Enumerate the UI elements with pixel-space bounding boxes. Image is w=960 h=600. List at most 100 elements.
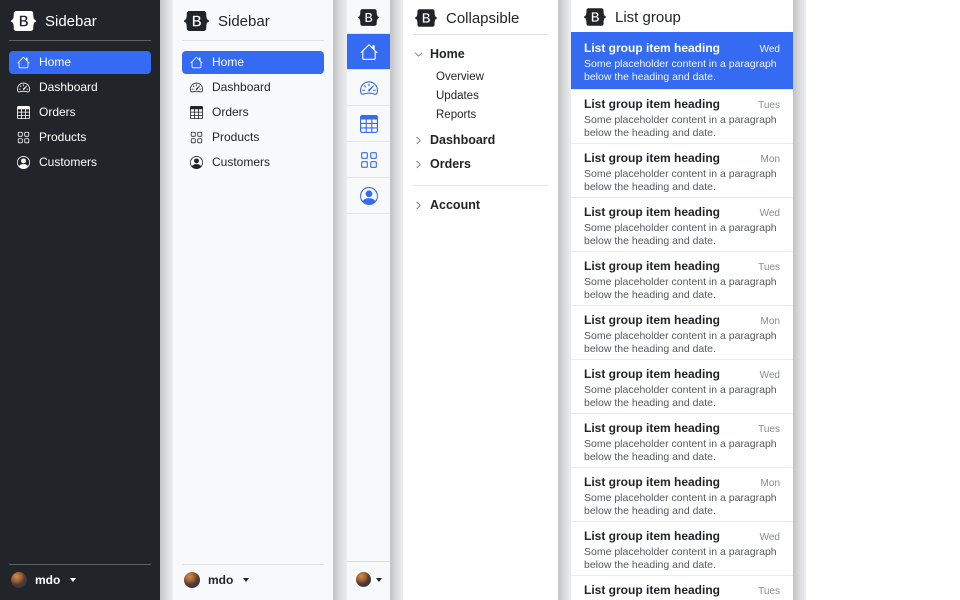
divider (9, 40, 151, 41)
list-item-head: List group item heading Wed (584, 529, 780, 543)
icon-sidebar (347, 0, 390, 600)
list-item-body: Some placeholder content in a paragraph … (584, 438, 780, 463)
speedometer-icon (17, 81, 30, 94)
icon-sidebar-brand[interactable] (347, 0, 390, 33)
sidebar-item-orders[interactable]: Orders (9, 101, 151, 124)
list-item-body: Some placeholder content in a paragraph … (584, 222, 780, 247)
light-sidebar-brand[interactable]: Sidebar (182, 10, 324, 40)
user-menu[interactable]: mdo (182, 565, 324, 588)
list-item-body-line2: below the heading and date. (584, 127, 780, 140)
bootstrap-logo-icon (358, 9, 379, 26)
sidebar-item-home[interactable]: Home (9, 51, 151, 74)
light-sidebar: Sidebar Home Dashboard Orders Products (173, 0, 333, 600)
list-item-heading: List group item heading (584, 41, 720, 55)
list-item-body-line1: Some placeholder content in a paragraph (584, 546, 780, 559)
collapse-toggle-home[interactable]: Home (413, 42, 548, 66)
sidebar-item-label: Dashboard (212, 81, 271, 94)
sidebar-item-label: Orders (39, 106, 76, 119)
list-item-body-line1: Some placeholder content in a paragraph (584, 438, 780, 451)
list-item[interactable]: List group item heading Mon Some placeho… (571, 143, 793, 197)
list-item-body-line2: below the heading and date. (584, 559, 780, 572)
speedometer-icon (360, 79, 378, 97)
light-sidebar-title: Sidebar (218, 13, 270, 30)
divider (413, 185, 548, 186)
sidebar-item-dashboard[interactable]: Dashboard (9, 76, 151, 99)
collapsible-sidebar: Collapsible Home Overview Updates Report… (403, 0, 558, 600)
sidebar-item-dashboard[interactable]: Dashboard (182, 76, 324, 99)
collapsible-brand[interactable]: Collapsible (413, 8, 548, 34)
avatar (356, 572, 371, 587)
scrollbar[interactable] (793, 0, 806, 600)
sidebar-item-label: Dashboard (39, 81, 98, 94)
list-item[interactable]: List group item heading Tues Some placeh… (571, 413, 793, 467)
list-item-heading: List group item heading (584, 97, 720, 111)
list-item[interactable]: List group item heading Tues Some placeh… (571, 89, 793, 143)
sidebar-item-products[interactable]: Products (182, 126, 324, 149)
list-item[interactable]: List group item heading Wed Some placeho… (571, 197, 793, 251)
list-item-body-line2: below the heading and date. (584, 343, 780, 356)
list-item[interactable]: List group item heading Mon Some placeho… (571, 467, 793, 521)
sidebar-item-orders[interactable]: Orders (182, 101, 324, 124)
collapse-toggle-orders[interactable]: Orders (413, 152, 548, 176)
speedometer-icon (190, 81, 203, 94)
sidebar-item-label: Orders (212, 106, 249, 119)
list-group-brand[interactable]: List group (571, 0, 793, 32)
table-icon (190, 106, 203, 119)
user-menu[interactable]: mdo (9, 565, 151, 588)
subnav-item-reports[interactable]: Reports (436, 105, 548, 124)
bootstrap-logo-icon (184, 11, 209, 31)
list-item-body-line1: Some placeholder content in a paragraph (584, 276, 780, 289)
collapse-label: Home (430, 47, 465, 61)
scrollbar[interactable] (333, 0, 347, 600)
list-item[interactable]: List group item heading Wed Some placeho… (571, 359, 793, 413)
list-item-body-line2: below the heading and date. (584, 451, 780, 464)
list-item[interactable]: List group item heading Mon Some placeho… (571, 305, 793, 359)
person-circle-icon (17, 156, 30, 169)
light-sidebar-nav: Home Dashboard Orders Products Customers (182, 51, 324, 174)
rail-item-dashboard[interactable] (347, 70, 390, 106)
scrollbar[interactable] (390, 0, 403, 600)
list-item-head: List group item heading Mon (584, 313, 780, 327)
list-item-head: List group item heading Mon (584, 475, 780, 489)
list-item-head: List group item heading Tues (584, 97, 780, 111)
rail-item-products[interactable] (347, 142, 390, 178)
list-item[interactable]: List group item heading Wed Some placeho… (571, 32, 793, 89)
dark-sidebar-brand[interactable]: Sidebar (9, 10, 151, 40)
sidebar-item-customers[interactable]: Customers (9, 151, 151, 174)
list-group-panel: List group List group item heading Wed S… (571, 0, 793, 600)
list-item[interactable]: List group item heading Tues Some placeh… (571, 575, 793, 600)
subnav-item-updates[interactable]: Updates (436, 86, 548, 105)
rail-item-orders[interactable] (347, 106, 390, 142)
caret-down-icon (70, 578, 76, 582)
chevron-down-icon (414, 50, 423, 59)
scrollbar[interactable] (160, 0, 173, 600)
list-item-day: Wed (760, 532, 780, 543)
list-item-head: List group item heading Wed (584, 205, 780, 219)
table-icon (17, 106, 30, 119)
collapse-toggle-dashboard[interactable]: Dashboard (413, 128, 548, 152)
rail-item-home[interactable] (347, 34, 390, 70)
list-item-heading: List group item heading (584, 313, 720, 327)
bootstrap-logo-icon (584, 8, 606, 26)
list-item-heading: List group item heading (584, 583, 720, 597)
list-item[interactable]: List group item heading Tues Some placeh… (571, 251, 793, 305)
user-menu[interactable] (356, 572, 382, 587)
list-item-body: Some placeholder content in a paragraph … (584, 58, 780, 83)
list-group-title: List group (615, 9, 681, 26)
collapse-label: Account (430, 198, 480, 212)
sidebar-item-label: Products (212, 131, 259, 144)
scrollbar[interactable] (558, 0, 571, 600)
sidebar-item-customers[interactable]: Customers (182, 151, 324, 174)
subnav-item-overview[interactable]: Overview (436, 67, 548, 86)
sidebar-item-products[interactable]: Products (9, 126, 151, 149)
rail-item-customers[interactable] (347, 178, 390, 214)
list-item[interactable]: List group item heading Wed Some placeho… (571, 521, 793, 575)
list-item-head: List group item heading Wed (584, 367, 780, 381)
collapse-toggle-account[interactable]: Account (413, 193, 548, 217)
grid-icon (190, 131, 203, 144)
sidebar-item-home[interactable]: Home (182, 51, 324, 74)
list-item-head: List group item heading Tues (584, 259, 780, 273)
list-item-heading: List group item heading (584, 421, 720, 435)
grid-icon (17, 131, 30, 144)
list-item-heading: List group item heading (584, 529, 720, 543)
